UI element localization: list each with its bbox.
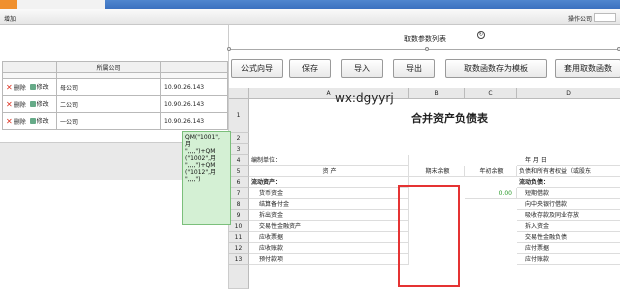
cell-d10[interactable]: 拆入资金 <box>517 221 620 232</box>
cell-a12[interactable]: 应收账款 <box>249 243 409 254</box>
row-header[interactable]: 6 <box>229 177 249 188</box>
tab-area[interactable] <box>17 0 105 9</box>
row-header[interactable]: 5 <box>229 166 249 177</box>
operation-company-label: 操作公司 <box>567 16 592 23</box>
cell-a5[interactable]: 资 产 <box>249 166 409 177</box>
cell-d12[interactable]: 应付票据 <box>517 243 620 254</box>
watermark: wx:dgyyrj <box>335 91 394 105</box>
cell-a10[interactable]: 交易性金融资产 <box>249 221 409 232</box>
operation-company-input[interactable] <box>594 13 616 22</box>
table-row: ✕ 删除 修改 二公司 10.90.26.143 <box>2 95 228 113</box>
delete-button[interactable]: ✕ 删除 <box>6 83 26 92</box>
ip-cell: 10.90.26.143 <box>160 112 228 130</box>
row-header[interactable]: 7 <box>229 188 249 199</box>
delete-icon: ✕ <box>6 99 13 109</box>
row-header[interactable]: 10 <box>229 221 249 232</box>
edit-button[interactable]: 修改 <box>29 82 49 91</box>
delete-button[interactable]: ✕ 删除 <box>6 100 26 109</box>
cell-a4[interactable]: 编制单位： <box>249 155 409 166</box>
column-header-c[interactable]: C <box>465 88 517 99</box>
formula-cell-b7[interactable]: QM("1001", 月 ",,,,")+QM ("1002",月 ",,,,"… <box>182 131 231 225</box>
delete-icon: ✕ <box>6 116 13 126</box>
row-header[interactable]: 9 <box>229 210 249 221</box>
company-table: 所属公司 ✕ 删除 修改 母公司 10.90.26.143 ✕ 删除 修改 二公司 … <box>2 61 228 130</box>
report-title: 合并资产负债表 <box>411 112 488 125</box>
cell-a8[interactable]: 结算备付金 <box>249 199 409 210</box>
cell-a11[interactable]: 应收票据 <box>249 232 409 243</box>
company-col-header: 所属公司 <box>56 61 161 73</box>
cell-a7[interactable]: 货币资金 <box>249 188 409 199</box>
cell-d4[interactable]: 年 月 日 <box>517 155 620 166</box>
cell-a9[interactable]: 拆出资金 <box>249 210 409 221</box>
resize-handle-center[interactable] <box>425 47 429 51</box>
cell-c5[interactable]: 年初余额 <box>465 166 517 177</box>
ip-cell: 10.90.26.143 <box>160 78 228 96</box>
row-header[interactable]: 8 <box>229 199 249 210</box>
column-header-d[interactable]: D <box>517 88 620 99</box>
row-header[interactable]: 13 <box>229 254 249 265</box>
cell-d7[interactable]: 短期借款 <box>517 188 620 199</box>
cell-b5[interactable]: 期末余额 <box>409 166 465 177</box>
table-row: ✕ 删除 修改 母公司 10.90.26.143 <box>2 78 228 96</box>
table-row: ✕ 删除 修改 一公司 10.90.26.143 <box>2 112 228 130</box>
resize-handle-left[interactable] <box>227 47 231 51</box>
active-tab-indicator[interactable] <box>0 0 17 9</box>
edit-button[interactable]: 修改 <box>29 99 49 108</box>
row-header[interactable]: 1 <box>229 99 249 133</box>
company-cell: 母公司 <box>56 78 161 96</box>
cell-d9[interactable]: 吸收存款及同业存放 <box>517 210 620 221</box>
toolbar: 增加 操作公司 <box>0 9 620 25</box>
ops-col-header <box>2 61 57 73</box>
top-banner <box>0 0 620 9</box>
ip-col-header <box>160 61 228 73</box>
apply-template-button[interactable]: 套用取数函数 <box>555 59 620 78</box>
edit-icon <box>29 117 36 124</box>
column-header-b[interactable]: B <box>409 88 465 99</box>
export-button[interactable]: 导出 <box>393 59 435 78</box>
edit-icon <box>29 100 36 107</box>
cell-d6[interactable]: 流动负债： <box>517 177 620 188</box>
delete-button[interactable]: ✕ 删除 <box>6 117 26 126</box>
row-header[interactable]: 11 <box>229 232 249 243</box>
company-cell: 二公司 <box>56 95 161 113</box>
cell-d8[interactable]: 向中央银行借款 <box>517 199 620 210</box>
delete-icon: ✕ <box>6 82 13 92</box>
import-button[interactable]: 导入 <box>341 59 383 78</box>
cell-d13[interactable]: 应付账款 <box>517 254 620 265</box>
save-button[interactable]: 保存 <box>289 59 331 78</box>
row-header[interactable]: 2 <box>229 133 249 144</box>
ip-cell: 10.90.26.143 <box>160 95 228 113</box>
cell-c7[interactable]: 0.00 <box>465 188 517 199</box>
panel-title: 取数参数列表 <box>404 35 446 43</box>
refresh-icon[interactable]: ↻ <box>477 31 485 39</box>
row-header[interactable]: 4 <box>229 155 249 166</box>
company-cell: 一公司 <box>56 112 161 130</box>
add-button[interactable]: 增加 <box>4 14 16 23</box>
formula-wizard-button[interactable]: 公式向导 <box>231 59 283 78</box>
cell-a13[interactable]: 预付款项 <box>249 254 409 265</box>
edit-icon <box>29 83 36 90</box>
edit-button[interactable]: 修改 <box>29 116 49 125</box>
highlight-box <box>398 185 460 287</box>
row-header[interactable]: 12 <box>229 243 249 254</box>
row-header[interactable]: 3 <box>229 144 249 155</box>
cell-d11[interactable]: 交易性金融负债 <box>517 232 620 243</box>
cell-d5[interactable]: 负债和所有者权益（或股东 <box>517 166 620 177</box>
cell-a6[interactable]: 流动资产： <box>249 177 409 188</box>
save-as-template-button[interactable]: 取数函数存为模板 <box>445 59 547 78</box>
